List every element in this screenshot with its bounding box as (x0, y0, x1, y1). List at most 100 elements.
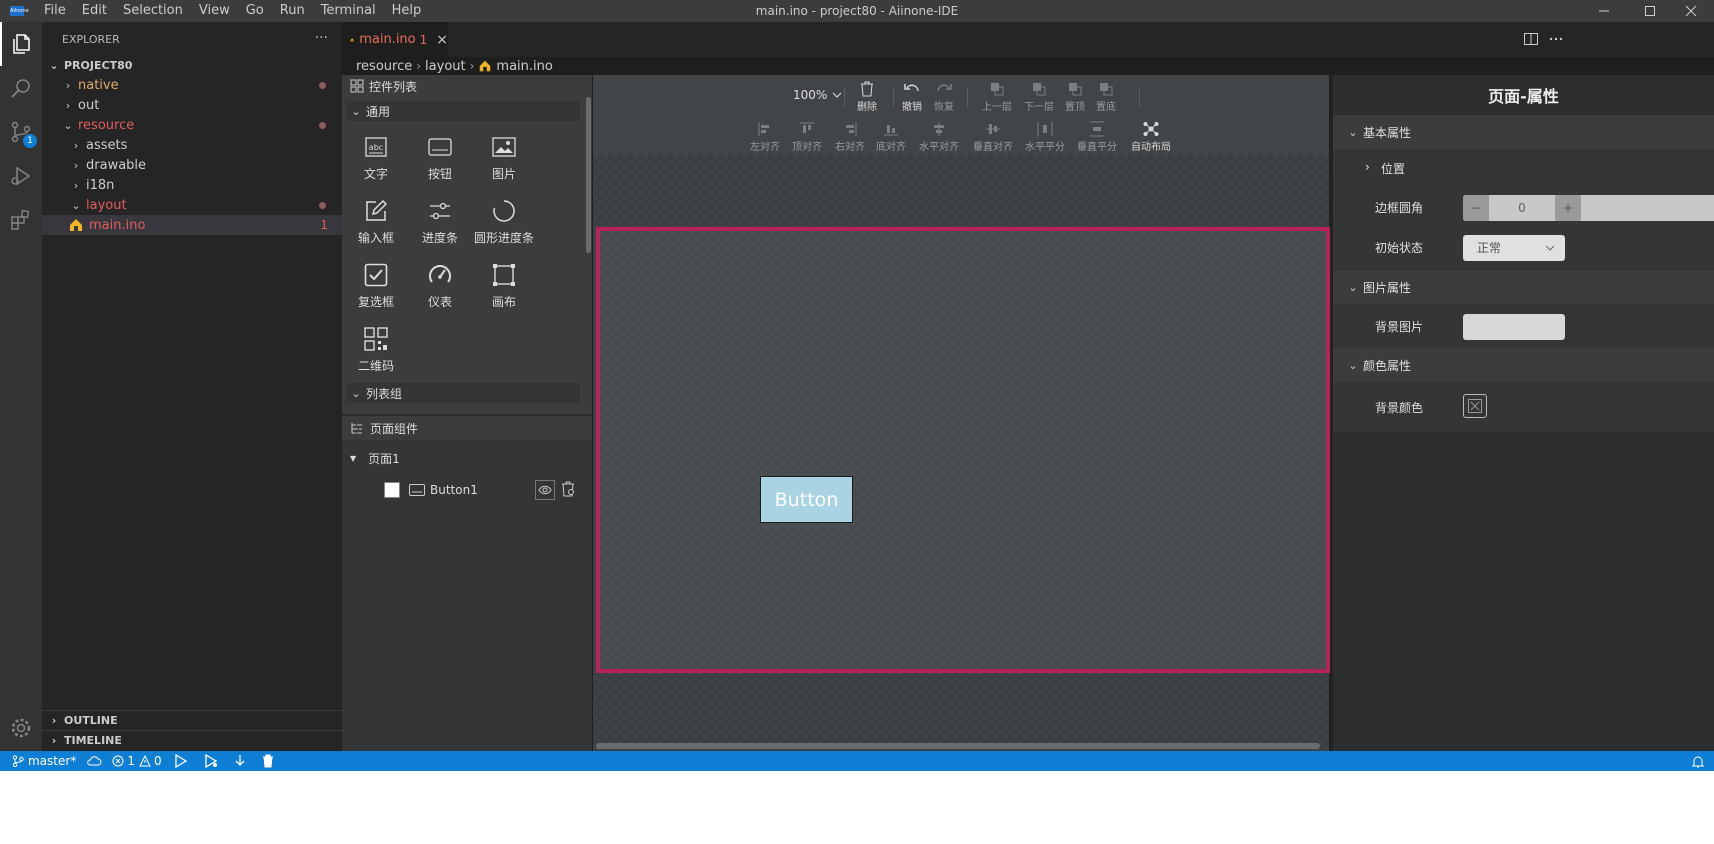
download-button[interactable] (234, 754, 246, 768)
tree-item-label: resource (78, 117, 135, 133)
components-tree: ▼ 页面1 Button1 (342, 440, 592, 751)
radius-stepper[interactable]: − 0 + (1463, 195, 1714, 221)
notifications-button[interactable] (1692, 755, 1704, 768)
toolbar-button-row1-5[interactable]: 置顶 (1065, 81, 1085, 113)
visibility-checkbox[interactable] (384, 482, 400, 498)
close-window-button[interactable] (1668, 0, 1714, 22)
tab-close-icon[interactable]: × (436, 32, 448, 48)
toolbar-button-row2-3[interactable]: 底对齐 (876, 121, 906, 153)
clean-button[interactable] (262, 754, 274, 768)
widget-button[interactable]: 按钮 (408, 135, 472, 199)
debug-run-button[interactable] (204, 754, 218, 768)
timeline-section[interactable]: › TIMELINE (42, 730, 342, 750)
tree-item-i18n[interactable]: › i18n (42, 175, 342, 195)
increment-button[interactable]: + (1555, 195, 1581, 221)
toolbar-button-row2-8[interactable]: 自动布局 (1131, 121, 1171, 153)
toolbar-button-row1-6[interactable]: 置底 (1096, 81, 1116, 113)
widget-edit[interactable]: 输入框 (344, 199, 408, 263)
widget-scrollbar[interactable] (586, 97, 591, 253)
toolbar-button-row2-5[interactable]: 垂直对齐 (973, 121, 1013, 153)
tree-page-node[interactable]: ▼ 页面1 (350, 448, 400, 468)
align-bottom-icon (884, 125, 898, 136)
toolbar-button-row2-1[interactable]: 顶对齐 (792, 121, 822, 153)
branch-indicator[interactable]: master* (12, 754, 76, 768)
run-debug-activity-button[interactable] (0, 154, 42, 198)
delete-node-button[interactable] (561, 481, 575, 497)
more-actions-icon[interactable]: ··· (315, 30, 328, 46)
widget-checkbox[interactable]: 复选框 (344, 263, 408, 327)
position-row[interactable]: › 位置 (1333, 149, 1714, 187)
maximize-button[interactable] (1627, 0, 1673, 22)
breadcrumb-item[interactable]: main.ino (496, 59, 552, 74)
bg-image-input[interactable] (1463, 314, 1565, 340)
tree-button-node[interactable]: Button1 (384, 480, 592, 500)
color-props-section[interactable]: ⌄ 颜色属性 (1333, 348, 1714, 382)
menu-item-file[interactable]: File (36, 0, 74, 22)
radius-value[interactable]: 0 (1489, 195, 1555, 221)
zoom-select[interactable]: 100% (793, 88, 842, 102)
state-select[interactable]: 正常 (1463, 235, 1565, 261)
tree-item-assets[interactable]: › assets (42, 135, 342, 155)
widget-gauge[interactable]: 仪表 (408, 263, 472, 327)
group-list-header[interactable]: ⌄ 列表组 (346, 383, 580, 403)
tree-item-drawable[interactable]: › drawable (42, 155, 342, 175)
widget-circle-progress[interactable]: 圆形进度条 (472, 199, 536, 263)
breadcrumb-item[interactable]: layout (425, 59, 466, 74)
breadcrumb-item[interactable]: resource (356, 59, 412, 74)
widget-image[interactable]: 图片 (472, 135, 536, 199)
project-root[interactable]: ⌄ PROJECT80 (42, 55, 342, 75)
home-file-icon (480, 60, 491, 72)
canvas-horizontal-scrollbar[interactable] (596, 743, 1320, 749)
widget-canvas[interactable]: 画布 (472, 263, 536, 327)
tab-main-ino[interactable]: main.ino 1 × (342, 22, 448, 57)
toolbar-button-row2-7[interactable]: 垂直平分 (1077, 121, 1117, 153)
widget-slider[interactable]: 进度条 (408, 199, 472, 263)
menu-item-view[interactable]: View (191, 0, 238, 22)
menu-item-terminal[interactable]: Terminal (313, 0, 384, 22)
toolbar-button-row1-2[interactable]: 恢复 (934, 81, 954, 113)
tree-item-out[interactable]: › out (42, 95, 342, 115)
toolbar-button-row1-1[interactable]: 撤销 (902, 81, 922, 113)
text-abc-icon: abc (365, 137, 387, 157)
menu-item-go[interactable]: Go (238, 0, 272, 22)
tree-item-resource[interactable]: ⌄ resource (42, 115, 342, 135)
source-control-activity-button[interactable]: 1 (0, 110, 42, 154)
widget-qrcode[interactable]: 二维码 (344, 327, 408, 391)
toolbar-button-row2-0[interactable]: 左对齐 (750, 121, 780, 153)
widget-text-abc[interactable]: abc 文字 (344, 135, 408, 199)
tree-item-main-ino[interactable]: main.ino 1 (42, 215, 342, 235)
menu-item-help[interactable]: Help (384, 0, 430, 22)
image-props-section[interactable]: ⌄ 图片属性 (1333, 270, 1714, 304)
extensions-activity-button[interactable] (0, 198, 42, 242)
menu-item-selection[interactable]: Selection (115, 0, 191, 22)
build-run-button[interactable] (174, 754, 188, 768)
basic-props-section[interactable]: ⌄ 基本属性 (1333, 115, 1714, 149)
components-title: 页面组件 (370, 421, 419, 436)
toolbar-button-row1-3[interactable]: 上一层 (982, 81, 1012, 113)
group-common-header[interactable]: ⌄ 通用 (346, 101, 580, 121)
sync-button[interactable] (86, 755, 102, 767)
menu-item-run[interactable]: Run (272, 0, 313, 22)
canvas-button-widget[interactable]: Button (760, 476, 853, 523)
problems-indicator[interactable]: 1 0 (112, 754, 162, 768)
toggle-visibility-button[interactable] (535, 480, 555, 500)
toolbar-button-row2-2[interactable]: 右对齐 (835, 121, 865, 153)
bg-color-picker[interactable] (1463, 394, 1487, 418)
toolbar-button-row2-4[interactable]: 水平对齐 (919, 121, 959, 153)
layers-icon (1100, 83, 1113, 96)
page-frame[interactable]: Button (596, 227, 1330, 673)
editor-more-button[interactable] (1548, 31, 1564, 47)
split-editor-button[interactable] (1523, 31, 1539, 47)
manage-activity-button[interactable] (0, 706, 42, 750)
search-activity-button[interactable] (0, 66, 42, 110)
tree-item-layout[interactable]: ⌄ layout (42, 195, 342, 215)
toolbar-button-row2-6[interactable]: 水平平分 (1025, 121, 1065, 153)
explorer-activity-button[interactable] (0, 22, 42, 66)
toolbar-button-row1-4[interactable]: 下一层 (1024, 81, 1054, 113)
toolbar-button-row1-0[interactable]: 删除 (857, 81, 877, 113)
decrement-button[interactable]: − (1463, 195, 1489, 221)
minimize-button[interactable] (1581, 0, 1627, 22)
tree-item-native[interactable]: › native (42, 75, 342, 95)
outline-section[interactable]: › OUTLINE (42, 710, 342, 730)
menu-item-edit[interactable]: Edit (74, 0, 115, 22)
